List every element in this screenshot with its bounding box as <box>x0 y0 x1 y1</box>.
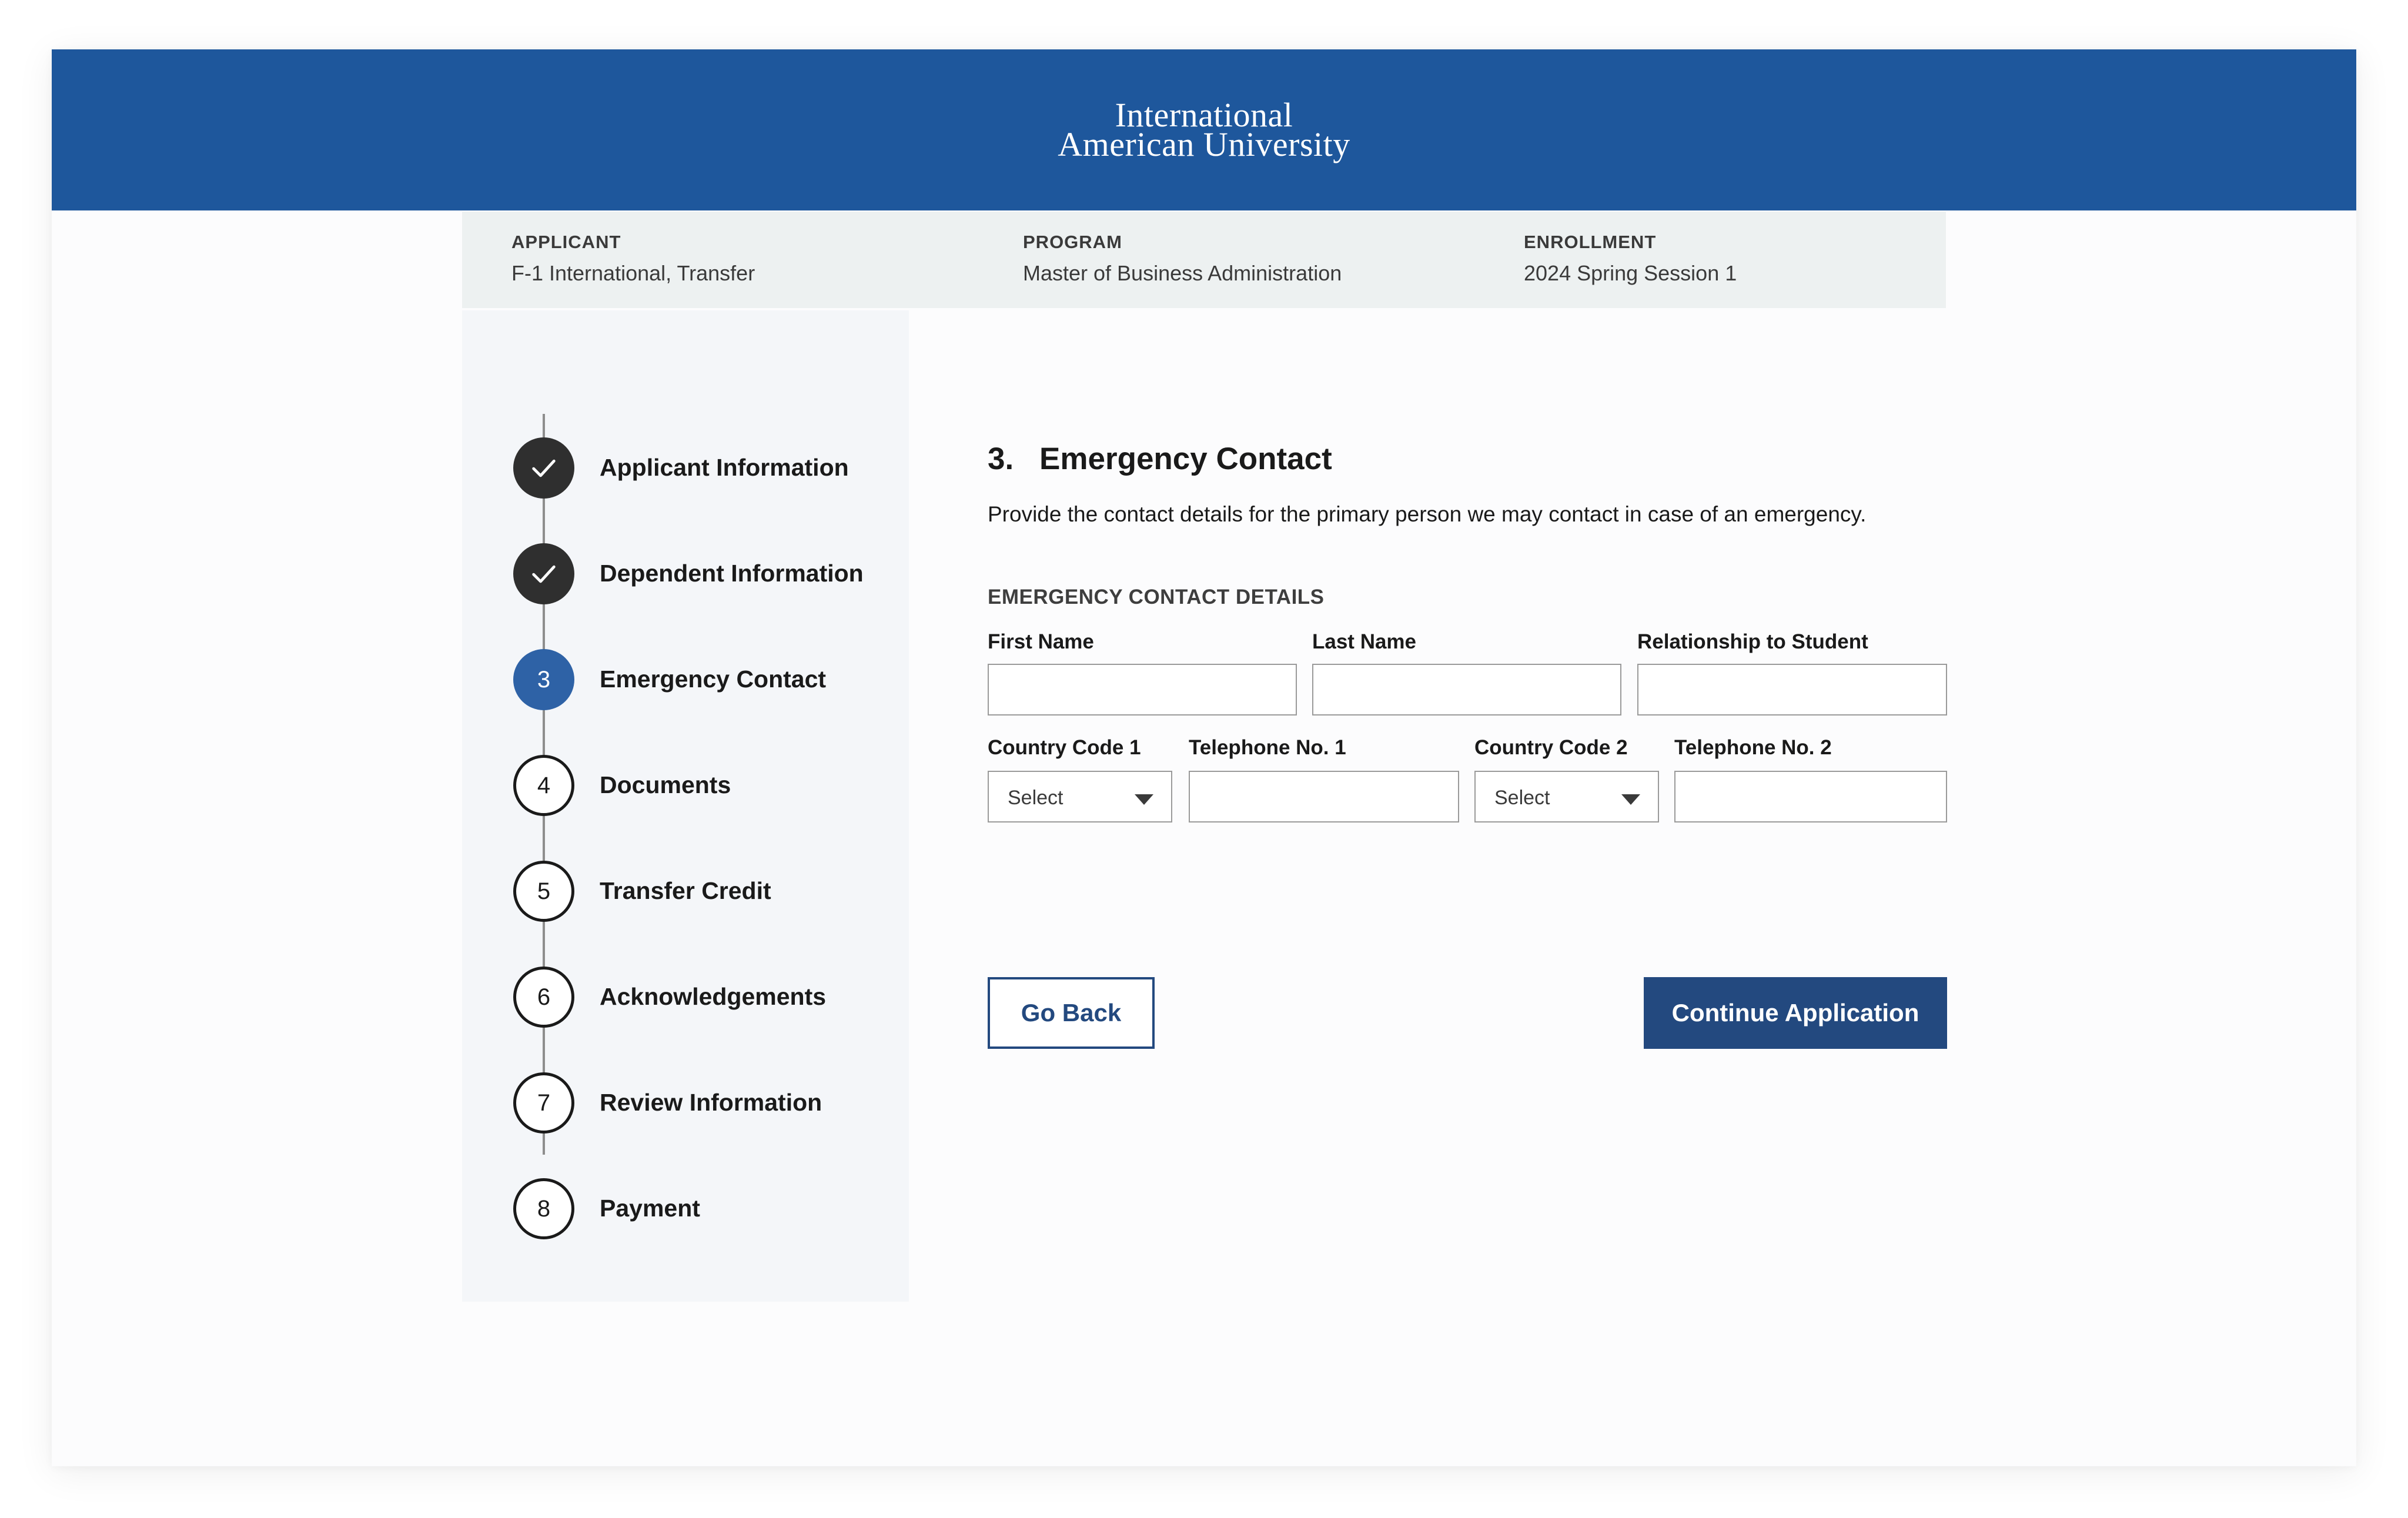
step-payment[interactable]: 8 Payment <box>462 1178 909 1239</box>
check-icon <box>532 459 556 477</box>
step-number-badge: 5 <box>513 861 574 922</box>
country-code-1-label: Country Code 1 <box>988 736 1141 759</box>
application-window: International American University APPLIC… <box>52 49 2356 1466</box>
program-label: PROGRAM <box>1023 232 1122 252</box>
enrollment-value: 2024 Spring Session 1 <box>1524 261 1737 285</box>
relationship-label: Relationship to Student <box>1637 630 1868 653</box>
step-complete-badge <box>513 437 574 499</box>
first-name-label: First Name <box>988 630 1094 653</box>
telephone-1-label: Telephone No. 1 <box>1189 736 1346 759</box>
country-code-2-label: Country Code 2 <box>1474 736 1628 759</box>
step-label: Acknowledgements <box>600 983 827 1010</box>
step-label: Emergency Contact <box>600 666 827 693</box>
section-title: Emergency Contact <box>1039 442 1332 476</box>
last-name-field[interactable] <box>1312 664 1621 715</box>
relationship-field[interactable] <box>1637 664 1947 715</box>
step-acknowledgements[interactable]: 6 Acknowledgements <box>462 967 909 1028</box>
country-code-1-value: Select <box>1008 787 1063 809</box>
step-review-information[interactable]: 7 Review Information <box>462 1072 909 1134</box>
step-label: Documents <box>600 771 731 798</box>
step-applicant-information[interactable]: Applicant Information <box>462 437 909 499</box>
step-number-badge: 4 <box>513 755 574 816</box>
continue-application-button[interactable]: Continue Application <box>1644 977 1947 1049</box>
applicant-value: F-1 International, Transfer <box>511 261 755 285</box>
step-label: Transfer Credit <box>600 877 771 904</box>
step-number-badge: 8 <box>513 1178 574 1239</box>
chevron-down-icon <box>1621 794 1640 805</box>
country-code-1-select[interactable]: Select <box>988 771 1172 822</box>
step-transfer-credit[interactable]: 5 Transfer Credit <box>462 861 909 922</box>
applicant-label: APPLICANT <box>511 232 621 252</box>
last-name-label: Last Name <box>1312 630 1417 653</box>
step-dependent-information[interactable]: Dependent Information <box>462 543 909 604</box>
telephone-1-field[interactable] <box>1189 771 1459 822</box>
application-summary-bar: APPLICANT F-1 International, Transfer PR… <box>462 212 1946 308</box>
section-heading: 3. Emergency Contact <box>988 441 1332 477</box>
step-number-badge: 6 <box>513 967 574 1028</box>
step-label: Applicant Information <box>600 454 849 481</box>
go-back-button[interactable]: Go Back <box>988 977 1155 1049</box>
telephone-2-label: Telephone No. 2 <box>1674 736 1832 759</box>
step-emergency-contact[interactable]: 3 Emergency Contact <box>462 649 909 710</box>
chevron-down-icon <box>1135 794 1153 805</box>
step-complete-badge <box>513 543 574 604</box>
program-value: Master of Business Administration <box>1023 261 1342 285</box>
step-number-badge: 7 <box>513 1072 574 1134</box>
country-code-2-value: Select <box>1494 787 1550 809</box>
progress-stepper: Applicant Information Dependent Informat… <box>462 310 909 1302</box>
site-header: International American University <box>52 49 2356 210</box>
check-icon <box>532 565 556 583</box>
university-logo-line-2: American University <box>1058 125 1350 163</box>
telephone-2-field[interactable] <box>1674 771 1947 822</box>
first-name-field[interactable] <box>988 664 1297 715</box>
subsection-heading: EMERGENCY CONTACT DETAILS <box>988 586 1325 608</box>
step-label: Payment <box>600 1195 700 1222</box>
country-code-2-select[interactable]: Select <box>1474 771 1659 822</box>
step-label: Review Information <box>600 1089 822 1116</box>
step-label: Dependent Information <box>600 560 864 587</box>
section-number: 3. <box>988 442 1014 476</box>
section-description: Provide the contact details for the prim… <box>988 502 1867 526</box>
enrollment-label: ENROLLMENT <box>1524 232 1657 252</box>
step-number-badge: 3 <box>513 649 574 710</box>
step-documents[interactable]: 4 Documents <box>462 755 909 816</box>
